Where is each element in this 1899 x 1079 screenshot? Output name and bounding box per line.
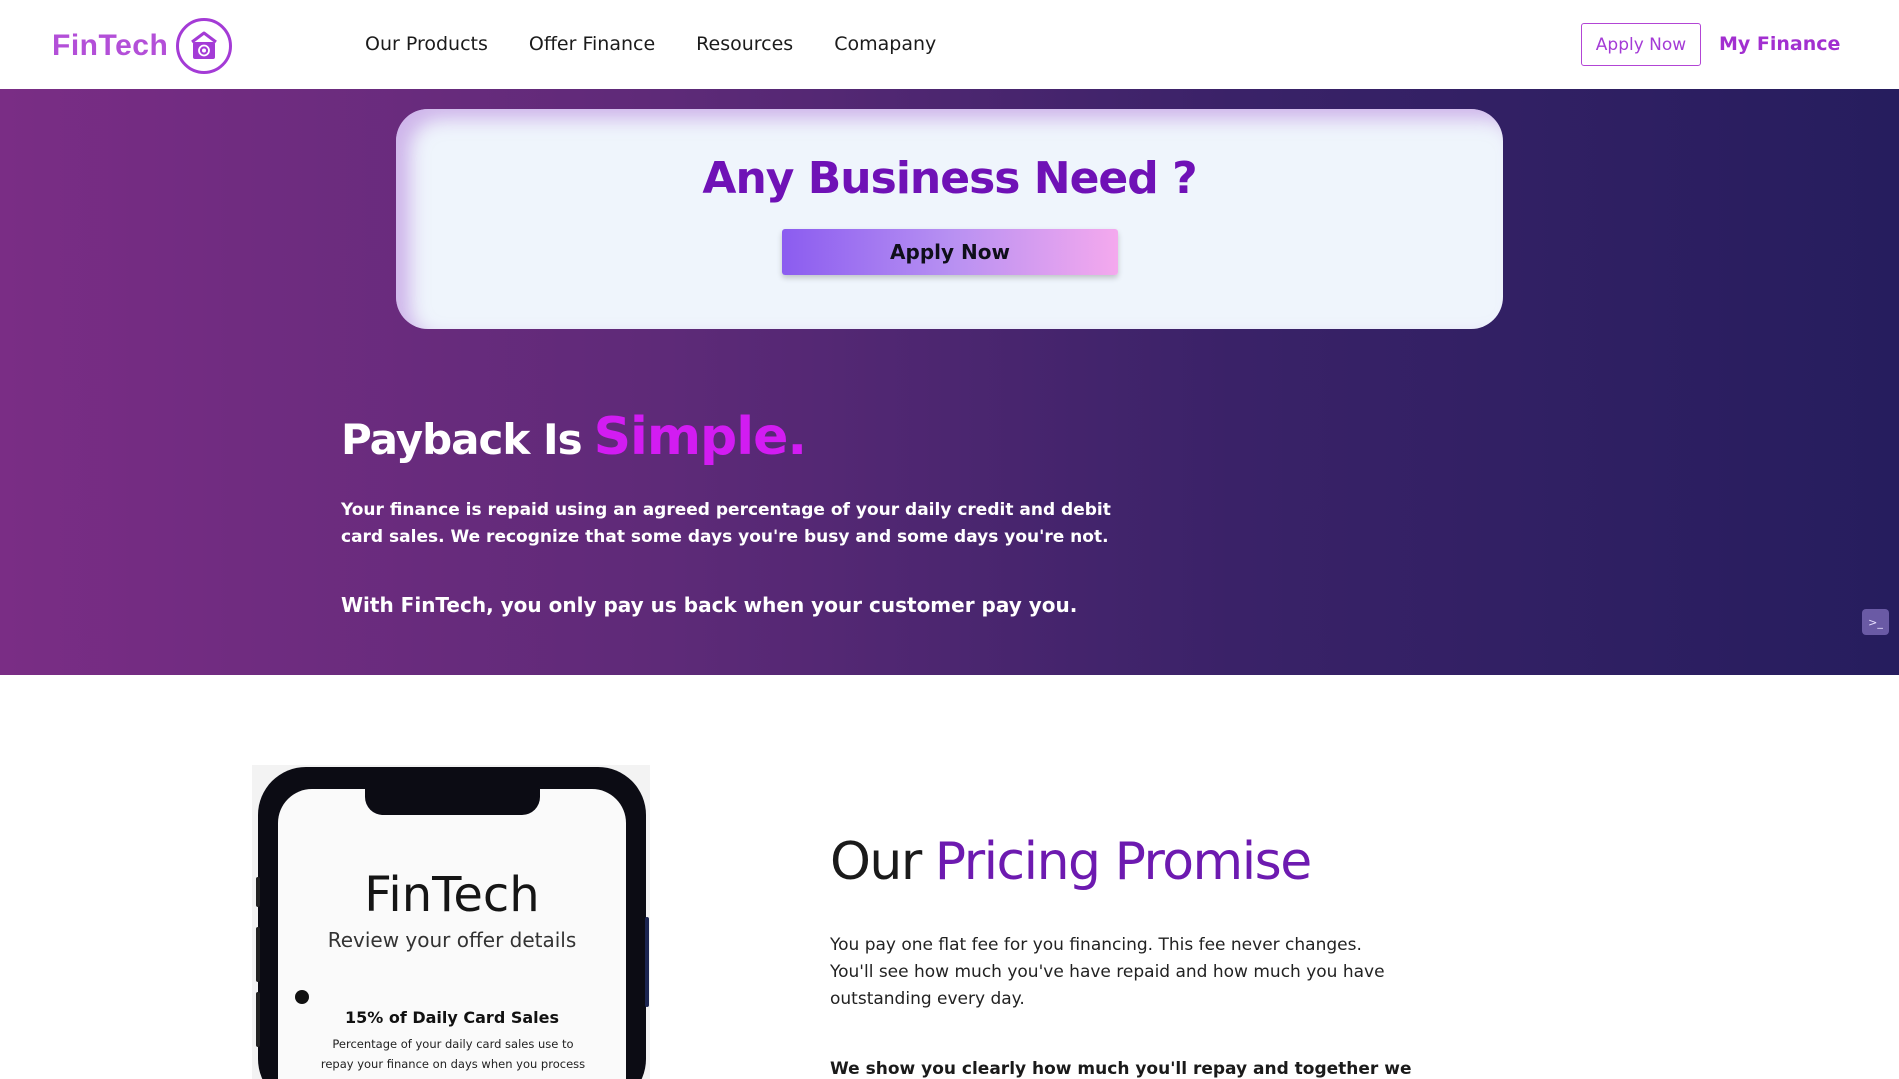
phone-brand: FinTech bbox=[364, 867, 540, 923]
safe-vault-icon bbox=[176, 18, 233, 74]
logo-text: FinTech bbox=[52, 29, 169, 62]
payback-strong-line: With FinTech, you only pay us back when … bbox=[341, 593, 1078, 617]
site-header: FinTech Our Products Offer Finance Resou… bbox=[0, 0, 1899, 89]
pricing-heading-highlight: Pricing Promise bbox=[934, 832, 1312, 892]
pricing-strong-line: We show you clearly how much you'll repa… bbox=[830, 1059, 1412, 1079]
phone-mockup-image: FinTech Review your offer details 15% of… bbox=[252, 765, 650, 1079]
code-icon[interactable]: >_ bbox=[1862, 609, 1889, 635]
phone-screen: FinTech Review your offer details 15% of… bbox=[278, 789, 626, 1079]
phone-offer-title: 15% of Daily Card Sales bbox=[344, 1008, 560, 1027]
nav-company[interactable]: Comapany bbox=[834, 33, 936, 55]
my-finance-link[interactable]: My Finance bbox=[1719, 33, 1840, 55]
phone-button bbox=[256, 927, 260, 982]
phone-dot bbox=[295, 990, 309, 1004]
main-nav: Our Products Offer Finance Resources Com… bbox=[365, 33, 977, 55]
business-need-card: Any Business Need ? Apply Now bbox=[396, 109, 1503, 329]
phone-notch bbox=[365, 789, 540, 815]
nav-our-products[interactable]: Our Products bbox=[365, 33, 488, 55]
brand-logo[interactable]: FinTech bbox=[52, 18, 233, 74]
payback-paragraph: Your finance is repaid using an agreed p… bbox=[341, 500, 1111, 547]
nav-resources[interactable]: Resources bbox=[696, 33, 793, 55]
pricing-heading-part1: Our bbox=[830, 832, 922, 892]
phone-edge bbox=[645, 917, 649, 1007]
phone-button bbox=[256, 992, 260, 1047]
header-apply-now-button[interactable]: Apply Now bbox=[1581, 23, 1701, 66]
payback-heading-highlight: Simple. bbox=[593, 407, 808, 467]
phone-offer-description: Percentage of your daily card sales use … bbox=[320, 1037, 586, 1079]
card-apply-now-button[interactable]: Apply Now bbox=[782, 229, 1118, 275]
payback-heading: Payback Is Simple. bbox=[341, 407, 808, 467]
pricing-heading: Our Pricing Promise bbox=[830, 832, 1312, 892]
pricing-paragraph: You pay one flat fee for you financing. … bbox=[830, 935, 1385, 1009]
phone-button bbox=[256, 877, 260, 907]
phone-subtitle: Review your offer details bbox=[327, 928, 577, 952]
phone-frame: FinTech Review your offer details 15% of… bbox=[256, 767, 649, 1079]
card-title: Any Business Need ? bbox=[702, 153, 1197, 204]
nav-offer-finance[interactable]: Offer Finance bbox=[529, 33, 655, 55]
hero-section: Any Business Need ? Apply Now Payback Is… bbox=[0, 89, 1899, 675]
payback-heading-part1: Payback Is bbox=[341, 415, 583, 464]
